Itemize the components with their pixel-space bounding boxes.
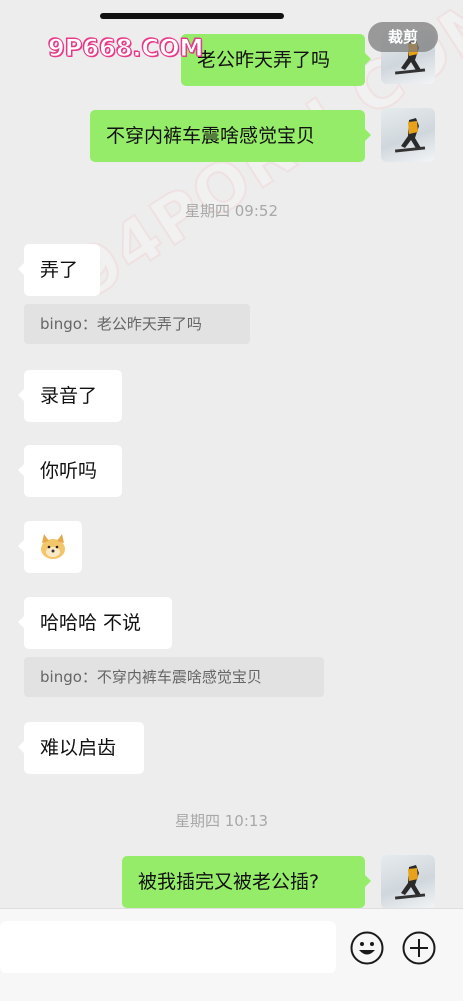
message-bubble-outgoing[interactable]: 被我插完又被老公插? — [122, 856, 371, 908]
message-bubble-incoming[interactable]: 弄了 — [18, 244, 100, 296]
timestamp: 星期四 09:52 — [185, 202, 278, 220]
message-text: 不穿内裤车震啥感觉宝贝 — [106, 125, 316, 147]
message-text: 难以启齿 — [40, 737, 117, 759]
message-bubble-incoming[interactable]: 你听吗 — [18, 445, 122, 497]
quoted-reply[interactable]: bingo：不穿内裤车震啥感觉宝贝 — [24, 657, 324, 697]
message-text: 哈哈哈 不说 — [40, 612, 142, 634]
plus-icon[interactable] — [402, 931, 436, 965]
message-input[interactable] — [0, 921, 336, 973]
message-text: 你听吗 — [40, 460, 98, 482]
message-text: 弄了 — [40, 259, 79, 281]
avatar[interactable] — [381, 108, 435, 162]
home-indicator — [100, 13, 284, 19]
message-bubble-outgoing[interactable]: 老公昨天弄了吗 — [181, 34, 371, 86]
message-bubble-incoming[interactable]: 录音了 — [18, 370, 122, 422]
smiley-icon[interactable] — [350, 931, 384, 965]
message-text: 录音了 — [40, 385, 98, 407]
message-bubble-incoming[interactable]: 难以启齿 — [18, 722, 144, 774]
watermark: 9P668.COM — [47, 34, 204, 63]
message-text: 老公昨天弄了吗 — [197, 49, 331, 71]
message-bubble-outgoing[interactable]: 不穿内裤车震啥感觉宝贝 — [90, 110, 371, 162]
crop-button[interactable]: 裁剪 — [368, 22, 438, 52]
quoted-reply[interactable]: bingo：老公昨天弄了吗 — [24, 304, 250, 344]
quoted-reply-text: bingo：老公昨天弄了吗 — [40, 315, 202, 333]
avatar[interactable] — [381, 855, 435, 909]
quoted-reply-text: bingo：不穿内裤车震啥感觉宝贝 — [40, 668, 262, 686]
timestamp: 星期四 10:13 — [175, 812, 268, 830]
message-bubble-incoming[interactable] — [18, 521, 82, 573]
message-bubble-incoming[interactable]: 哈哈哈 不说 — [18, 597, 172, 649]
message-text: 被我插完又被老公插? — [138, 871, 320, 893]
input-bar — [0, 908, 463, 1001]
doge-sticker-icon — [41, 534, 65, 559]
